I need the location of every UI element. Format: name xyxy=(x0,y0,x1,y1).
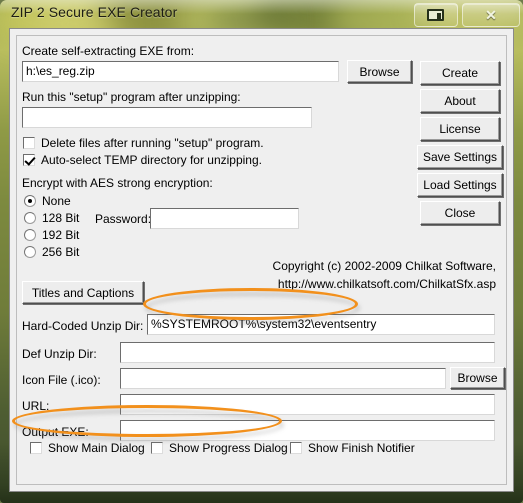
show-progress-dialog-label: Show Progress Dialog xyxy=(169,441,288,455)
encryption-radio-128[interactable]: 128 Bit xyxy=(24,211,79,225)
checkbox-box xyxy=(151,442,163,454)
restore-icon xyxy=(427,9,444,21)
output-exe-input[interactable] xyxy=(120,420,495,441)
about-button[interactable]: About xyxy=(420,89,500,113)
radio-box xyxy=(24,212,36,224)
setup-program-input[interactable] xyxy=(22,107,312,128)
source-browse-button[interactable]: Browse xyxy=(347,60,412,83)
source-file-label: Create self-extracting EXE from: xyxy=(22,44,195,58)
delete-files-label: Delete files after running "setup" progr… xyxy=(41,136,264,150)
create-button[interactable]: Create xyxy=(420,61,500,85)
def-unzip-dir-input[interactable] xyxy=(120,342,495,363)
show-main-dialog-checkbox[interactable]: Show Main Dialog xyxy=(30,441,145,455)
auto-temp-label: Auto-select TEMP directory for unzipping… xyxy=(41,153,262,167)
close-window-button[interactable]: ✕ xyxy=(462,3,520,27)
application-window: ZIP 2 Secure EXE Creator ✕ Create self-e… xyxy=(0,0,523,503)
def-unzip-dir-label: Def Unzip Dir: xyxy=(22,347,97,361)
url-input[interactable] xyxy=(120,394,495,415)
radio-box xyxy=(24,246,36,258)
save-settings-button[interactable]: Save Settings xyxy=(417,145,503,169)
close-icon: ✕ xyxy=(485,7,497,23)
checkbox-box xyxy=(290,442,302,454)
hard-coded-unzip-dir-label: Hard-Coded Unzip Dir: xyxy=(22,319,144,333)
checkbox-box xyxy=(23,137,35,149)
hard-coded-unzip-dir-input[interactable]: %SYSTEMROOT%\system32\eventsentry xyxy=(147,314,495,335)
source-file-input[interactable]: h:\es_reg.zip xyxy=(22,61,339,82)
window-title: ZIP 2 Secure EXE Creator xyxy=(11,4,178,20)
encryption-option-label: None xyxy=(42,194,71,208)
output-exe-label: Output EXE: xyxy=(22,425,89,439)
encryption-radio-192[interactable]: 192 Bit xyxy=(24,228,79,242)
close-button[interactable]: Close xyxy=(420,201,500,225)
encryption-section-label: Encrypt with AES strong encryption: xyxy=(22,176,213,190)
show-finish-notifier-checkbox[interactable]: Show Finish Notifier xyxy=(290,441,415,455)
encryption-option-label: 128 Bit xyxy=(42,211,80,225)
titles-and-captions-button[interactable]: Titles and Captions xyxy=(22,281,144,304)
restore-window-button[interactable] xyxy=(414,3,458,27)
encryption-radio-none[interactable]: None xyxy=(24,194,71,208)
delete-files-checkbox[interactable]: Delete files after running "setup" progr… xyxy=(23,136,264,150)
password-input[interactable] xyxy=(150,208,299,229)
icon-file-input[interactable] xyxy=(120,368,446,389)
copyright-line-2[interactable]: http://www.chilkatsoft.com/ChilkatSfx.as… xyxy=(190,277,496,291)
password-label: Password: xyxy=(95,212,152,226)
setup-program-label: Run this "setup" program after unzipping… xyxy=(22,90,241,104)
copyright-line-1: Copyright (c) 2002-2009 Chilkat Software… xyxy=(272,259,496,273)
encryption-option-label: 256 Bit xyxy=(42,245,80,259)
url-label: URL: xyxy=(22,399,50,413)
show-finish-notifier-label: Show Finish Notifier xyxy=(308,441,415,455)
license-button[interactable]: License xyxy=(420,117,500,141)
auto-temp-checkbox[interactable]: Auto-select TEMP directory for unzipping… xyxy=(23,153,262,167)
checkbox-box xyxy=(30,442,42,454)
show-progress-dialog-checkbox[interactable]: Show Progress Dialog xyxy=(151,441,288,455)
encryption-option-label: 192 Bit xyxy=(42,228,80,242)
show-main-dialog-label: Show Main Dialog xyxy=(48,441,145,455)
icon-file-browse-button[interactable]: Browse xyxy=(450,367,505,389)
checkbox-box xyxy=(23,154,35,166)
encryption-radio-256[interactable]: 256 Bit xyxy=(24,245,79,259)
dialog-client-area: Create self-extracting EXE from: h:\es_r… xyxy=(9,28,514,492)
radio-box xyxy=(24,195,36,207)
radio-box xyxy=(24,229,36,241)
icon-file-label: Icon File (.ico): xyxy=(22,373,101,387)
load-settings-button[interactable]: Load Settings xyxy=(417,173,503,197)
